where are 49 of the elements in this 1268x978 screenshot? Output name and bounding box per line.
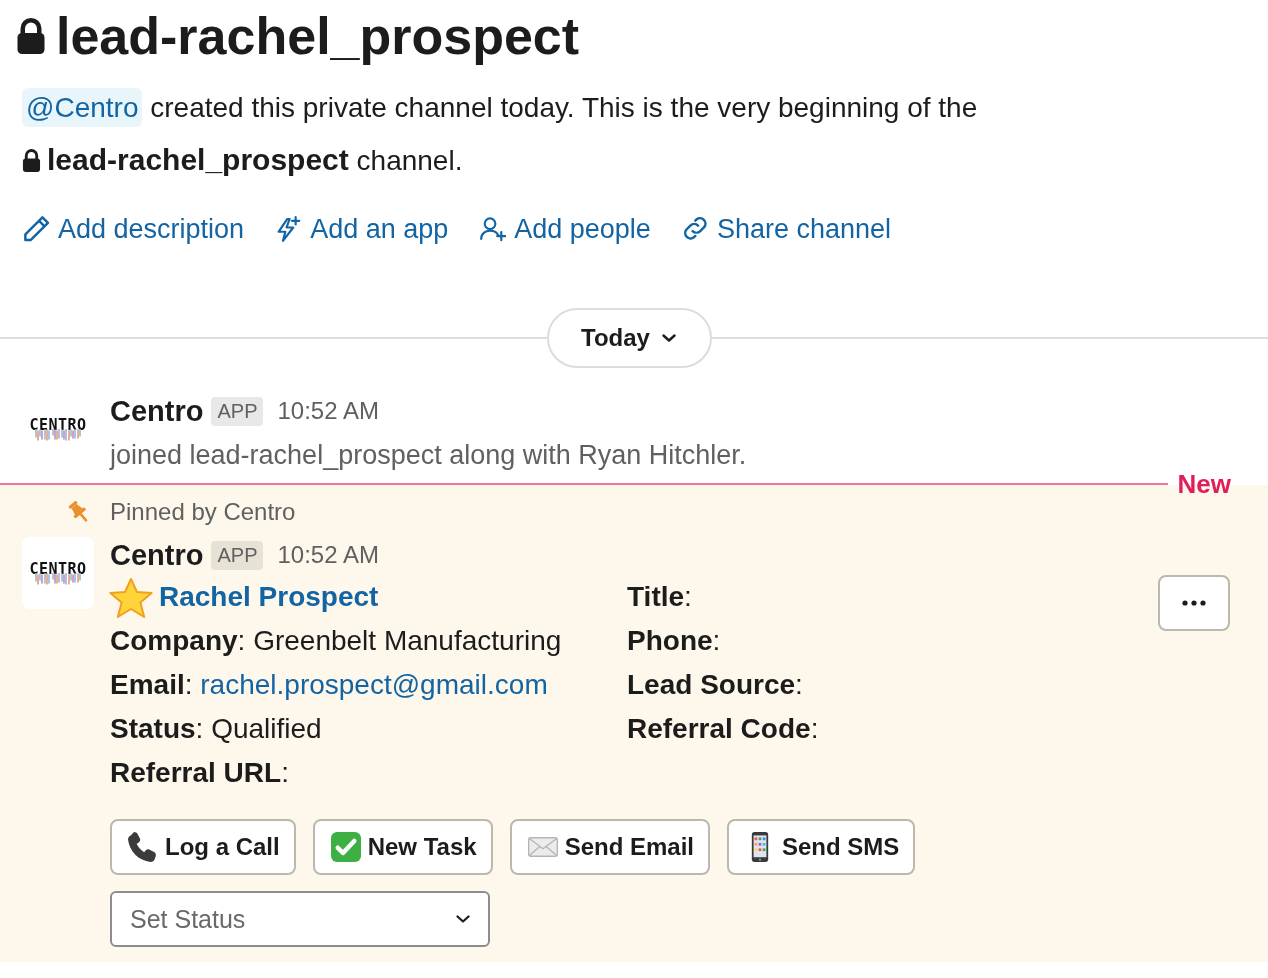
phone-handset-icon (128, 832, 158, 862)
star-icon (109, 576, 153, 618)
app-badge: APP (211, 396, 264, 426)
pinned-by-label: Pinned by Centro (110, 498, 296, 526)
field-text: Phone: (627, 624, 722, 658)
field-text: Lead Source: (627, 668, 804, 702)
pushpin-icon (68, 500, 90, 524)
date-divider-button[interactable]: Today (547, 308, 712, 368)
mention-link[interactable]: @Centro (22, 88, 143, 127)
logo-text: CENTRO (29, 561, 87, 577)
person-plus-icon (480, 216, 507, 242)
action-button[interactable]: New Task (312, 819, 493, 875)
timestamp[interactable]: 10:52 AM (277, 397, 379, 425)
logo-text: CENTRO (29, 417, 87, 433)
chevron-down-icon (456, 915, 470, 923)
sender-name[interactable]: Centro (110, 394, 204, 428)
lock-icon (22, 149, 41, 172)
more-icon (1182, 600, 1206, 606)
action-link[interactable]: Share channel (682, 213, 891, 245)
more-actions-button[interactable] (1158, 575, 1230, 631)
field-text: Status: Qualified (110, 712, 323, 746)
intro-text: @Centro created this private channel today. This is the very beginning of the lead-rachel_prospect channel. (22, 82, 1262, 187)
action-button[interactable]: Send SMS (727, 819, 916, 875)
field-text: Company: Greenbelt Manufacturing (110, 624, 563, 658)
new-messages-label: New (1176, 469, 1232, 499)
field-text: Referral Code: (627, 712, 820, 746)
lightning-plus-icon (276, 216, 303, 242)
lock-icon (16, 18, 46, 54)
link-icon (682, 216, 709, 242)
action-button[interactable]: Log a Call (110, 819, 296, 875)
status-select[interactable]: Set Status (110, 891, 490, 947)
app-badge: APP (211, 540, 264, 570)
pencil-icon (24, 216, 50, 242)
chevron-down-icon (661, 334, 676, 342)
channel-title: lead-rachel_prospect (56, 6, 580, 66)
checkmark-icon (330, 832, 361, 862)
action-link[interactable]: Add people (480, 213, 651, 245)
message-text: joined lead-rachel_prospect along with Ryan Hitchler. (110, 439, 748, 472)
lead-name-link[interactable]: Rachel Prospect (159, 581, 379, 613)
field-text: Referral URL: (110, 756, 290, 790)
field-text: Title: (627, 580, 693, 614)
action-button[interactable]: Send Email (509, 819, 710, 875)
action-link[interactable]: Add an app (276, 213, 449, 245)
avatar-tile[interactable]: CENTRO (22, 537, 94, 609)
timestamp[interactable]: 10:52 AM (277, 541, 379, 569)
action-link[interactable]: Add description (24, 213, 245, 245)
email-link[interactable]: rachel.prospect@gmail.com (200, 669, 548, 700)
sender-name[interactable]: Centro (110, 538, 204, 572)
field-text: Email: rachel.prospect@gmail.com (110, 668, 549, 702)
